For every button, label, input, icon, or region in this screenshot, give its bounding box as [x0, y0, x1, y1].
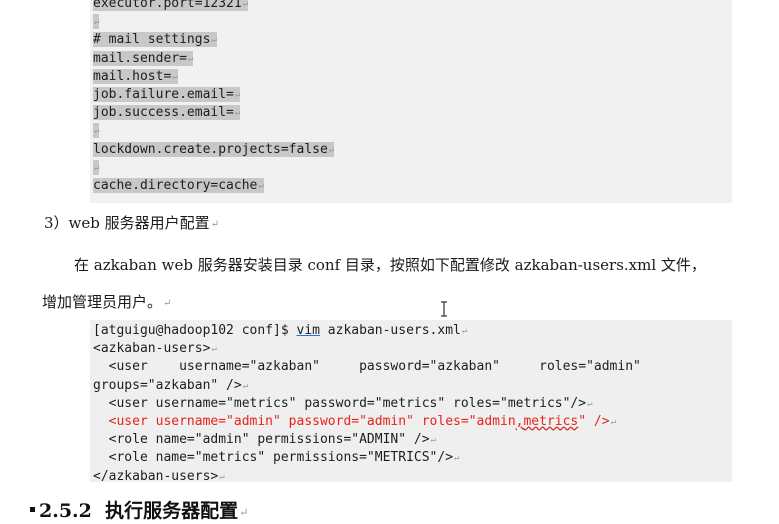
code-line-role-metrics: <role name="metrics" permissions="METRIC…	[93, 450, 460, 466]
code-line: job.failure.email=↵	[93, 86, 334, 104]
highlighted-text: ↵	[93, 159, 100, 175]
paragraph-mark-icon: ↵	[328, 144, 335, 155]
paragraph-mark-icon: ↵	[234, 108, 241, 119]
highlighted-text: ↵	[93, 123, 100, 139]
step-heading: 3）web 服务器用户配置↵	[44, 214, 220, 232]
paragraph-mark-icon: ↵	[234, 89, 241, 100]
paragraph-mark-icon: ↵	[187, 53, 194, 64]
highlighted-text: job.failure.email=↵	[93, 86, 241, 102]
paragraph-line-2: 增加管理员用户。↵	[42, 293, 172, 311]
highlighted-text: mail.host=↵	[93, 68, 178, 84]
code-line: job.success.email=↵	[93, 104, 334, 122]
highlighted-text: # mail settings↵	[93, 32, 217, 48]
highlighted-text: ↵	[93, 14, 100, 30]
section-heading: 2.5.2 执行服务器配置↵	[30, 496, 248, 523]
paragraph-mark-icon: ↵	[94, 17, 100, 28]
code-line: mail.sender=↵	[93, 50, 334, 68]
code-line: cache.directory=cache↵	[93, 177, 334, 195]
highlighted-text: executor.port=12321↵	[93, 0, 249, 11]
paragraph-mark-icon: ↵	[172, 71, 178, 82]
properties-code-block: executor.port=12321↵ ↵ # mail settings↵ mai…	[90, 0, 732, 203]
paragraph-mark-icon: ↵	[258, 180, 264, 191]
code-line: executor.port=12321↵	[93, 0, 334, 13]
properties-code-lines: executor.port=12321↵ ↵ # mail settings↵ mai…	[93, 0, 335, 195]
highlighted-text: job.success.email=↵	[93, 105, 241, 121]
code-line-role-admin: <role name="admin" permissions="ADMIN" /…	[93, 432, 436, 448]
code-line: ↵	[93, 122, 334, 140]
code-line: mail.host=↵	[93, 68, 334, 86]
code-line: ↵	[93, 159, 334, 177]
users-xml-code-block: [atguigu@hadoop102 conf]$ vim azkaban-us…	[90, 320, 732, 482]
vim-command: vim	[296, 323, 320, 338]
code-line-close-tag: </azkaban-users>↵	[93, 468, 225, 483]
paragraph-mark-icon: ↵	[242, 0, 249, 9]
highlighted-text: cache.directory=cache↵	[93, 177, 264, 193]
code-line-user-metrics: <user username="metrics" password="metri…	[93, 395, 593, 411]
code-line: # mail settings↵	[93, 31, 334, 49]
highlighted-text: lockdown.create.projects=false↵	[93, 141, 335, 157]
code-line-user-admin: <user username="admin" password="admin" …	[93, 413, 616, 429]
heading-bullet-icon	[30, 507, 35, 512]
code-line-user-azkaban-groups: groups="azkaban" />↵	[93, 377, 249, 393]
code-line: lockdown.create.projects=false↵	[93, 141, 335, 159]
paragraph-mark-icon: ↵	[211, 35, 217, 46]
paragraph-mark-icon: ↵	[94, 162, 100, 173]
code-line-user-azkaban: <user username="azkaban" password="azkab…	[93, 359, 641, 375]
paragraph-line-1: 在 azkaban web 服务器安装目录 conf 目录，按照如下配置修改 a…	[74, 256, 706, 274]
paragraph-mark-icon: ↵	[94, 126, 100, 137]
code-line-open-tag: <azkaban-users>↵	[93, 341, 217, 357]
code-line: ↵	[93, 13, 334, 31]
text-cursor-icon	[441, 301, 447, 317]
highlighted-text: mail.sender=↵	[93, 50, 194, 66]
code-line-command: [atguigu@hadoop102 conf]$ vim azkaban-us…	[93, 323, 468, 338]
